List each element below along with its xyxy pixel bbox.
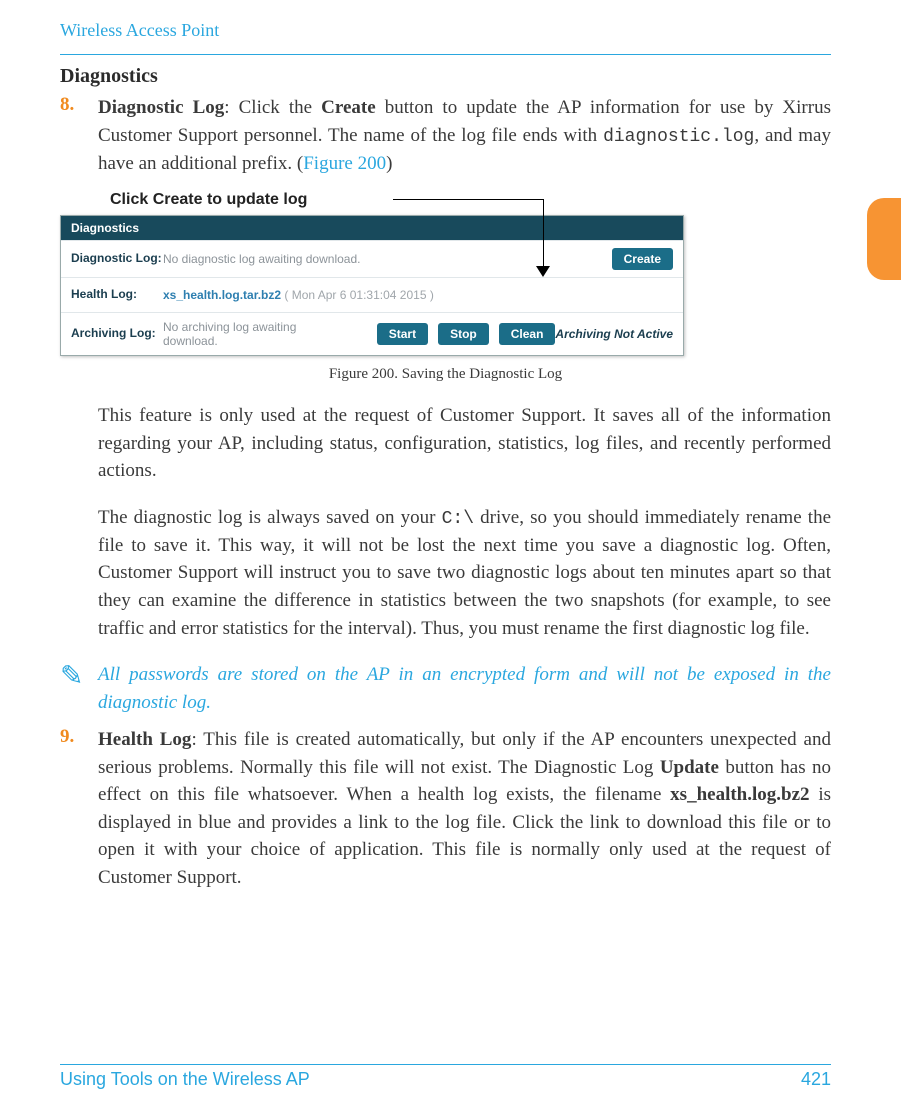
diagnostic-log-row-label: Diagnostic Log: (71, 252, 163, 266)
side-tab (867, 198, 901, 280)
archiving-status: Archiving Not Active (555, 327, 673, 341)
page-number: 421 (801, 1069, 831, 1090)
list-number-8: 8. (60, 94, 98, 177)
health-log-file-link[interactable]: xs_health.log.tar.bz2 (163, 288, 281, 302)
diagnostic-log-filename: diagnostic.log (603, 127, 754, 147)
diagnostic-log-row: Diagnostic Log: No diagnostic log awaiti… (61, 240, 683, 277)
stop-button[interactable]: Stop (438, 323, 489, 345)
diagnostic-log-row-text: No diagnostic log awaiting download. (163, 252, 606, 266)
screenshot: Diagnostics Diagnostic Log: No diagnosti… (60, 215, 682, 356)
footer-left: Using Tools on the Wireless AP (60, 1069, 310, 1090)
section-title: Diagnostics (60, 65, 831, 88)
note-text: All passwords are stored on the AP in an… (98, 661, 831, 716)
callout-label: Click Create to update log (110, 191, 831, 209)
update-word: Update (660, 757, 719, 778)
list-item-9: 9. Health Log: This file is created auto… (60, 726, 831, 891)
list-number-9: 9. (60, 726, 98, 891)
paragraph-feature-description: This feature is only used at the request… (98, 402, 831, 485)
paragraph-save-instructions: The diagnostic log is always saved on yo… (98, 504, 831, 642)
item8-text: Diagnostic Log: Click the Create button … (98, 94, 831, 177)
health-log-row-label: Health Log: (71, 288, 163, 302)
archiving-buttons: Start Stop Clean (371, 323, 556, 345)
health-log-label: Health Log (98, 729, 191, 750)
pencil-icon: ✎ (60, 661, 98, 691)
diagnostics-panel: Diagnostics Diagnostic Log: No diagnosti… (60, 215, 684, 356)
item9-text: Health Log: This file is created automat… (98, 726, 831, 891)
create-button[interactable]: Create (612, 248, 673, 270)
page: Wireless Access Point Diagnostics 8. Dia… (0, 0, 901, 1114)
figure-200-link[interactable]: Figure 200 (303, 153, 386, 174)
health-log-timestamp: ( Mon Apr 6 01:31:04 2015 ) (284, 288, 433, 302)
health-log-row: Health Log: xs_health.log.tar.bz2 ( Mon … (61, 277, 683, 312)
list-item-8: 8. Diagnostic Log: Click the Create butt… (60, 94, 831, 177)
footer: Using Tools on the Wireless AP 421 (60, 1064, 831, 1090)
note-block: ✎ All passwords are stored on the AP in … (60, 661, 831, 716)
panel-title: Diagnostics (61, 216, 683, 240)
create-word: Create (321, 97, 376, 118)
clean-button[interactable]: Clean (499, 323, 556, 345)
archiving-log-row-label: Archiving Log: (71, 327, 163, 341)
health-log-row-value: xs_health.log.tar.bz2 ( Mon Apr 6 01:31:… (163, 288, 673, 302)
diagnostic-log-label: Diagnostic Log (98, 97, 224, 118)
running-header: Wireless Access Point (60, 20, 831, 46)
header-rule (60, 54, 831, 55)
start-button[interactable]: Start (377, 323, 428, 345)
archiving-log-row: Archiving Log: No archiving log awaiting… (61, 312, 683, 355)
archiving-log-row-text: No archiving log awaiting download. (163, 320, 331, 348)
health-log-filename: xs_health.log.bz2 (670, 784, 809, 805)
figure-caption: Figure 200. Saving the Diagnostic Log (166, 366, 726, 383)
c-drive: C:\ (442, 509, 474, 529)
